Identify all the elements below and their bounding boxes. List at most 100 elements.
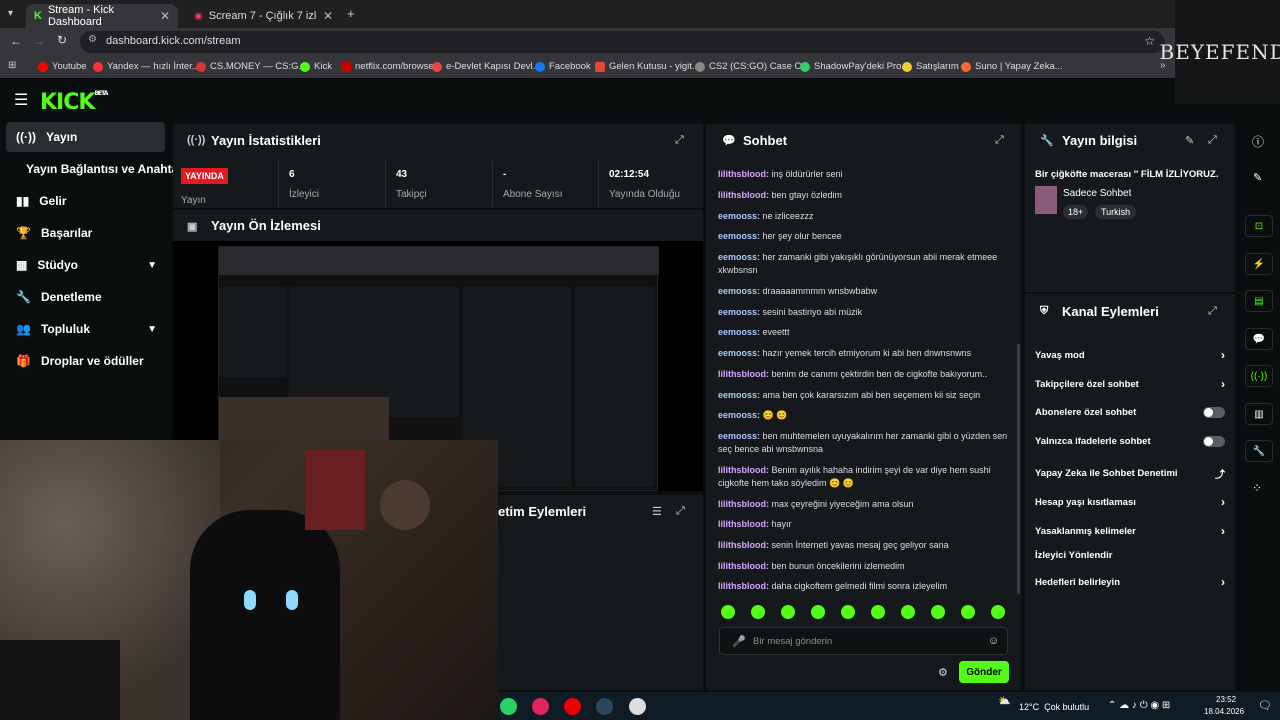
reload-icon[interactable]: ↻: [57, 33, 67, 47]
chat-username[interactable]: lilithsblood: [718, 190, 766, 200]
rail-button-clipboard-icon[interactable]: ▤: [1245, 290, 1273, 312]
sidebar-item-topluluk[interactable]: 👥 Topluluk ▼: [6, 314, 165, 344]
bookmark-star-icon[interactable]: ☆: [1144, 34, 1155, 48]
chat-username[interactable]: lilithsblood: [718, 465, 766, 475]
chat-username[interactable]: eemooss: [718, 252, 757, 262]
bookmark-item[interactable]: Suno | Yapay Zeka...: [961, 61, 1063, 72]
bookmark-item[interactable]: netflix.com/browse: [341, 61, 434, 72]
clock-time[interactable]: 23:52: [1216, 695, 1236, 704]
chat-username[interactable]: eemooss: [718, 286, 757, 296]
tiktok-icon[interactable]: [532, 698, 549, 715]
emote-icon[interactable]: [931, 605, 945, 619]
chat-username[interactable]: lilithsblood: [718, 581, 766, 591]
toggle-switch[interactable]: [1203, 436, 1225, 447]
expand-icon[interactable]: ⤢: [1208, 134, 1217, 147]
action-followers-only[interactable]: Takipçilere özel sohbet ›: [1035, 377, 1225, 391]
chat-input[interactable]: 🎤 Bir mesaj gönderin ☺: [719, 627, 1008, 655]
emote-icon[interactable]: [811, 605, 825, 619]
chat-username[interactable]: eemooss: [718, 390, 757, 400]
notification-icon[interactable]: 🗨: [1258, 699, 1272, 712]
expand-icon[interactable]: ⤢: [1208, 305, 1217, 318]
back-icon[interactable]: ←: [10, 34, 22, 48]
bookmark-item[interactable]: e-Devlet Kapısı Devl...: [432, 61, 541, 72]
chat-username[interactable]: lilithsblood: [718, 369, 766, 379]
expand-icon[interactable]: ⤢: [995, 134, 1004, 147]
chat-username[interactable]: eemooss: [718, 431, 757, 441]
pencil-icon[interactable]: ✎: [1253, 171, 1262, 184]
bookmark-item[interactable]: Yandex — hızlı İnter...: [93, 61, 200, 72]
chat-username[interactable]: lilithsblood: [718, 561, 766, 571]
info-icon[interactable]: ⓘ: [1252, 133, 1264, 150]
chat-username[interactable]: eemooss: [718, 211, 757, 221]
chat-username[interactable]: eemooss: [718, 327, 757, 337]
chat-username[interactable]: lilithsblood: [718, 519, 766, 529]
rail-button-stack-icon[interactable]: ▥: [1245, 403, 1273, 425]
bookmark-item[interactable]: Youtube: [38, 61, 87, 72]
filter-icon[interactable]: ☰: [652, 505, 662, 518]
tab-list-icon[interactable]: ▾: [8, 8, 13, 19]
whatsapp-icon[interactable]: [500, 698, 517, 715]
bookmark-item[interactable]: Facebook: [535, 61, 591, 72]
rail-button-wrench-icon[interactable]: 🔧: [1245, 440, 1273, 462]
chat-username[interactable]: lilithsblood: [718, 499, 766, 509]
emote-icon[interactable]: [991, 605, 1005, 619]
sidebar-item-droplar[interactable]: 🎁 Droplar ve ödüller: [6, 346, 165, 376]
emote-icon[interactable]: [871, 605, 885, 619]
chat-username[interactable]: lilithsblood: [718, 540, 766, 550]
bookmark-item[interactable]: Satışlarım: [902, 61, 959, 72]
clock-date[interactable]: 18.04.2026: [1204, 707, 1244, 716]
rail-button-chat-icon[interactable]: 💬: [1245, 328, 1273, 350]
nodes-icon[interactable]: ⁘: [1252, 481, 1262, 495]
edit-icon[interactable]: ✎: [1185, 134, 1194, 147]
chat-username[interactable]: eemooss: [718, 348, 757, 358]
apps-grid-icon[interactable]: ⊞: [8, 60, 16, 71]
expand-icon[interactable]: ⤢: [675, 134, 684, 147]
bookmark-item[interactable]: Kick: [300, 61, 332, 72]
emote-icon[interactable]: [961, 605, 975, 619]
tab-kick-dashboard[interactable]: K Stream - Kick Dashboard ✕: [26, 4, 178, 28]
action-ai-moderation[interactable]: Yapay Zeka ile Sohbet Denetimi ⤴: [1035, 466, 1225, 481]
rail-button-broadcast-icon[interactable]: ((·)): [1245, 365, 1273, 387]
action-slow-mode[interactable]: Yavaş mod ›: [1035, 348, 1225, 362]
chat-username[interactable]: eemooss: [718, 231, 757, 241]
forward-icon[interactable]: →: [33, 34, 45, 48]
action-emote-only[interactable]: Yalnızca ifadelerle sohbet: [1035, 436, 1225, 447]
emote-icon[interactable]: [751, 605, 765, 619]
action-account-age[interactable]: Hesap yaşı kısıtlaması ›: [1035, 495, 1225, 509]
close-icon[interactable]: ✕: [323, 9, 333, 23]
chat-scrollbar[interactable]: [1017, 344, 1020, 594]
site-info-icon[interactable]: ⚙: [88, 34, 97, 45]
action-host[interactable]: İzleyici Yönlendir: [1035, 550, 1225, 561]
expand-icon[interactable]: ⤢: [676, 505, 685, 518]
kick-logo[interactable]: KICKBETA: [40, 90, 108, 115]
action-subscribers-only[interactable]: Abonelere özel sohbet: [1035, 407, 1225, 418]
tab-scream[interactable]: ◉ Scream 7 - Çığlık 7 izle | Hdfilm ✕: [186, 4, 341, 28]
send-button[interactable]: Gönder: [959, 661, 1009, 683]
bookmark-item[interactable]: ShadowPay'deki Pro...: [800, 61, 909, 72]
action-goals[interactable]: Hedefleri belirleyin ›: [1035, 575, 1225, 589]
tray-icons[interactable]: ⌃ ☁ ♪ ⏻ ◉ ⊞: [1108, 700, 1170, 711]
rail-button-lightning-icon[interactable]: ⚡: [1245, 253, 1273, 275]
bookmark-item[interactable]: Gelen Kutusu - yigit...: [595, 61, 700, 72]
emote-icon[interactable]: [781, 605, 795, 619]
opera-icon[interactable]: [564, 698, 581, 715]
sidebar-item-gelir[interactable]: ▮▮ Gelir: [6, 186, 165, 216]
emoji-icon[interactable]: ☺: [988, 635, 999, 647]
sidebar-item-denetleme[interactable]: 🔧 Denetleme: [6, 282, 165, 312]
bookmark-item[interactable]: CS2 (CS:GO) Case O...: [695, 61, 810, 72]
sidebar-item-stream-key[interactable]: Yayın Bağlantısı ve Anahtarı: [6, 154, 186, 184]
url-field[interactable]: ⚙ dashboard.kick.com/stream ☆: [80, 31, 1165, 53]
rail-button-crop-icon[interactable]: ⊡: [1245, 215, 1273, 237]
emote-icon[interactable]: [841, 605, 855, 619]
sidebar-item-yayin[interactable]: ((·)) Yayın: [6, 122, 165, 152]
sidebar-item-basarilar[interactable]: 🏆 Başarılar: [6, 218, 165, 248]
emote-icon[interactable]: [901, 605, 915, 619]
chat-settings-icon[interactable]: ⚙: [938, 666, 948, 679]
sidebar-item-studyo[interactable]: ▦ Stüdyo ▼: [6, 250, 165, 280]
chat-username[interactable]: eemooss: [718, 307, 757, 317]
steam-icon[interactable]: [596, 698, 613, 715]
microphone-icon[interactable]: 🎤: [732, 635, 746, 648]
bookmark-item[interactable]: CS.MONEY — CS:G...: [196, 61, 306, 72]
new-tab-icon[interactable]: +: [347, 6, 355, 21]
menu-icon[interactable]: ☰: [14, 90, 28, 110]
